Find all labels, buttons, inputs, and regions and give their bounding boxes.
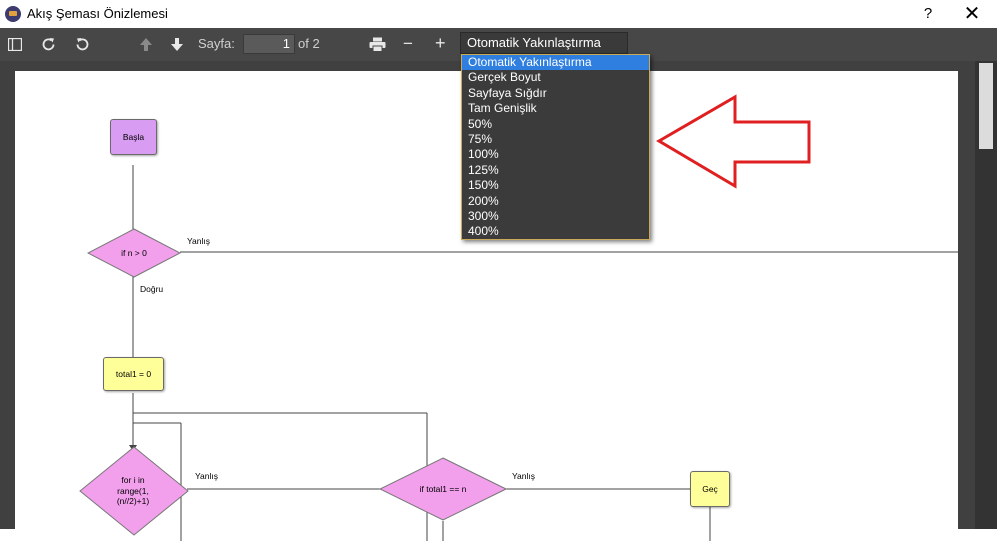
page-total: of 2 <box>298 36 320 51</box>
zoom-in-button[interactable]: + <box>435 33 446 54</box>
edge-label-false-1: Yanlış <box>187 236 210 246</box>
edge-label-true-1: Doğru <box>140 284 164 294</box>
zoom-option-200[interactable]: 200% <box>462 194 649 209</box>
zoom-option-full-width[interactable]: Tam Genişlik <box>462 101 649 116</box>
refresh-icon[interactable] <box>37 28 59 61</box>
zoom-dropdown-list: Otomatik Yakınlaştırma Gerçek Boyut Sayf… <box>461 54 650 240</box>
assign-total-node: total1 = 0 <box>103 357 164 391</box>
arrow-up-icon[interactable] <box>136 28 156 61</box>
window-title: Akış Şeması Önizlemesi <box>27 6 168 21</box>
scrollbar-thumb[interactable] <box>979 63 993 149</box>
zoom-option-100[interactable]: 100% <box>462 147 649 162</box>
edge-label-false-3: Yanlış <box>512 471 535 481</box>
pass-node: Geç <box>690 471 730 507</box>
zoom-option-50[interactable]: 50% <box>462 117 649 132</box>
decision-total-equals-label: if total1 == n <box>419 484 467 494</box>
arrow-down-icon[interactable] <box>167 28 187 61</box>
zoom-option-300[interactable]: 300% <box>462 209 649 224</box>
page-number-input[interactable]: 1 <box>243 34 295 54</box>
zoom-out-button[interactable]: − <box>403 34 413 54</box>
title-bar: Akış Şeması Önizlemesi ? ✕ <box>0 0 997 28</box>
decision-n-positive-label: if n > 0 <box>121 248 147 258</box>
help-button[interactable]: ? <box>918 3 938 25</box>
vertical-scrollbar[interactable] <box>975 61 997 529</box>
sidebar-toggle-icon[interactable] <box>4 28 26 61</box>
edge-label-false-2: Yanlış <box>195 471 218 481</box>
page-label: Sayfa: <box>198 36 235 51</box>
rotate-icon[interactable] <box>71 28 93 61</box>
zoom-option-actual-size[interactable]: Gerçek Boyut <box>462 70 649 85</box>
zoom-option-125[interactable]: 125% <box>462 163 649 178</box>
annotation-arrow-icon <box>656 94 811 189</box>
start-node: Başla <box>110 119 157 155</box>
zoom-option-75[interactable]: 75% <box>462 132 649 147</box>
zoom-option-150[interactable]: 150% <box>462 178 649 193</box>
close-button[interactable]: ✕ <box>960 3 984 25</box>
zoom-option-fit-page[interactable]: Sayfaya Sığdır <box>462 86 649 101</box>
zoom-select[interactable]: Otomatik Yakınlaştırma <box>460 32 628 54</box>
print-icon[interactable] <box>366 28 388 61</box>
app-icon <box>5 6 21 22</box>
zoom-option-400[interactable]: 400% <box>462 224 649 239</box>
decision-for-loop-label: for i in range(1, (n//2)+1) <box>116 475 150 507</box>
zoom-option-auto[interactable]: Otomatik Yakınlaştırma <box>462 55 649 71</box>
